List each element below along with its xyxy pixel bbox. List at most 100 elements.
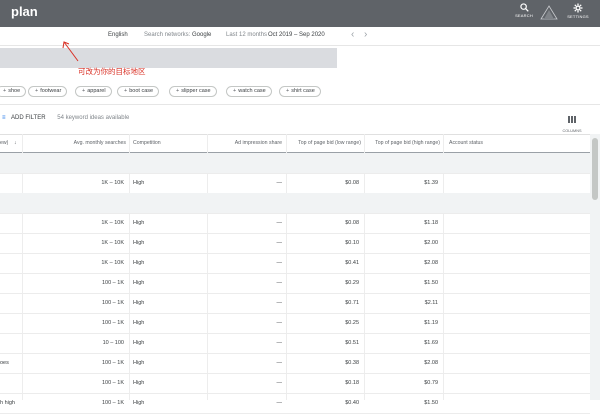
filter-icon: ≡	[2, 115, 6, 121]
table-row[interactable]: oes 100 – 1K High — $0.38 $2.08	[0, 353, 590, 374]
table-group-row[interactable]	[0, 153, 590, 174]
cell-bid-low	[286, 193, 359, 213]
cell-keyword	[0, 153, 20, 173]
location-field[interactable]	[0, 48, 337, 68]
column-header-bid-high[interactable]: Top of page bid (high range)	[364, 135, 440, 152]
settings-button[interactable]: SETTINGS	[565, 3, 591, 19]
table-row[interactable]: 100 – 1K High — $0.71 $2.11	[0, 293, 590, 314]
cell-bid-low: $0.71	[345, 300, 359, 306]
table-row[interactable]: 1K – 10K High — $0.08 $1.39	[0, 173, 590, 194]
cell-competition: High	[133, 180, 145, 186]
cell-ad-impression-share: —	[276, 360, 283, 366]
add-filter-label: ADD FILTER	[11, 115, 46, 121]
chip-apparel[interactable]: + apparel	[75, 86, 112, 97]
cell-bid-high	[364, 153, 438, 173]
chip-shirt-case[interactable]: + shirt case	[279, 86, 321, 97]
cell-ad-impression-share: —	[276, 280, 283, 286]
column-header-avg-monthly-searches[interactable]: Avg. monthly searches	[24, 135, 126, 152]
search-networks-label: Search networks:	[144, 32, 191, 38]
table-row[interactable]: 1K – 10K High — $0.08 $1.18	[0, 213, 590, 234]
cell-bid-high: $1.69	[424, 340, 438, 346]
cell-competition: High	[133, 340, 145, 346]
cell-bid-low: $0.08	[345, 220, 359, 226]
cell-keyword	[0, 233, 20, 253]
chip-boot-case[interactable]: + boot case	[117, 86, 160, 97]
tools-button[interactable]	[536, 5, 562, 20]
scrollbar-thumb[interactable]	[592, 138, 598, 200]
chip-shoe[interactable]: + shoe	[0, 86, 27, 97]
table-group-row[interactable]	[0, 193, 590, 214]
cell-keyword	[0, 253, 20, 273]
chevron-right-icon[interactable]: ›	[364, 29, 367, 40]
columns-button[interactable]: COLUMNS	[561, 110, 583, 133]
table-row[interactable]: h high 100 – 1K High — $0.40 $1.50	[0, 393, 590, 414]
cell-competition	[133, 193, 203, 213]
keyword-chip-list: + shoe + footwear + apparel + boot case + sli…	[0, 86, 600, 98]
table-row[interactable]: 100 – 1K High — $0.29 $1.50	[0, 273, 590, 294]
plus-icon: +	[286, 88, 290, 94]
add-filter-button[interactable]: ≡ ADD FILTER 54 keyword ideas available	[2, 115, 130, 121]
chip-slipper-case[interactable]: + slipper case	[169, 86, 217, 97]
columns-label: COLUMNS	[562, 129, 582, 133]
search-button[interactable]: SEARCH	[511, 3, 537, 18]
cell-avg-monthly-searches: 100 – 1K	[101, 280, 124, 286]
annotation-arrow-icon	[62, 41, 79, 62]
cell-avg-monthly-searches: 1K – 10K	[101, 180, 124, 186]
plus-icon: +	[176, 88, 180, 94]
cell-avg-monthly-searches: 100 – 1K	[101, 400, 124, 406]
cell-competition: High	[133, 320, 145, 326]
language-selector[interactable]: English	[108, 32, 128, 38]
cell-keyword	[0, 333, 20, 353]
cell-keyword	[0, 373, 20, 393]
table-row[interactable]: 100 – 1K High — $0.25 $1.19	[0, 313, 590, 334]
cell-competition: High	[133, 380, 145, 386]
plus-icon: +	[233, 88, 237, 94]
tools-icon	[540, 5, 558, 20]
cell-avg-monthly-searches: 1K – 10K	[101, 260, 124, 266]
chip-watch-case[interactable]: + watch case	[226, 86, 272, 97]
vertical-scrollbar[interactable]	[590, 134, 600, 400]
column-header-keyword[interactable]: ew)	[0, 135, 14, 152]
keyword-ideas-count: 54 keyword ideas available	[57, 115, 130, 121]
chip-footwear[interactable]: + footwear	[28, 86, 68, 97]
cell-competition: High	[133, 240, 145, 246]
column-header-account-status[interactable]: Account status	[449, 135, 579, 152]
cell-avg-monthly-searches: 100 – 1K	[101, 380, 124, 386]
date-range-selector[interactable]: Oct 2019 – Sep 2020	[268, 32, 325, 38]
cell-competition: High	[133, 260, 145, 266]
chip-label: slipper case	[181, 88, 211, 94]
sort-down-icon[interactable]: ↓	[14, 135, 20, 152]
cell-avg-monthly-searches	[24, 193, 124, 213]
cell-competition: High	[133, 220, 145, 226]
table-row[interactable]: 1K – 10K High — $0.10 $2.00	[0, 233, 590, 254]
table-row[interactable]: 10 – 100 High — $0.51 $1.69	[0, 333, 590, 354]
cell-bid-low: $0.40	[345, 400, 359, 406]
column-header-ad-impression-share[interactable]: Ad impression share	[208, 135, 282, 152]
table-row[interactable]: 100 – 1K High — $0.18 $0.79	[0, 373, 590, 394]
search-networks-selector[interactable]: Google	[192, 32, 211, 38]
plus-icon: +	[35, 88, 39, 94]
column-header-bid-low[interactable]: Top of page bid (low range)	[286, 135, 361, 152]
plus-icon: +	[82, 88, 86, 94]
annotation-note: 可改为你的目标地区	[78, 67, 146, 76]
cell-bid-high: $1.50	[424, 400, 438, 406]
cell-keyword	[0, 293, 20, 313]
cell-competition: High	[133, 400, 145, 406]
cell-ad-impression-share	[208, 193, 282, 213]
cell-keyword	[0, 173, 20, 193]
targeting-bar: English Search networks: Google Last 12 …	[0, 27, 600, 46]
column-header-competition[interactable]: Competition	[133, 135, 213, 152]
chevron-left-icon[interactable]: ‹	[351, 29, 354, 40]
cell-keyword	[0, 213, 20, 233]
cell-competition	[133, 153, 203, 173]
cell-bid-low: $0.18	[345, 380, 359, 386]
cell-ad-impression-share: —	[276, 380, 283, 386]
cell-competition: High	[133, 280, 145, 286]
search-icon	[519, 3, 529, 12]
cell-avg-monthly-searches: 10 – 100	[102, 340, 124, 346]
table-row[interactable]: 1K – 10K High — $0.41 $2.08	[0, 253, 590, 274]
cell-bid-high: $0.79	[424, 380, 438, 386]
cell-ad-impression-share: —	[276, 340, 283, 346]
cell-avg-monthly-searches: 100 – 1K	[101, 360, 124, 366]
date-range-label: Last 12 months	[226, 32, 268, 38]
